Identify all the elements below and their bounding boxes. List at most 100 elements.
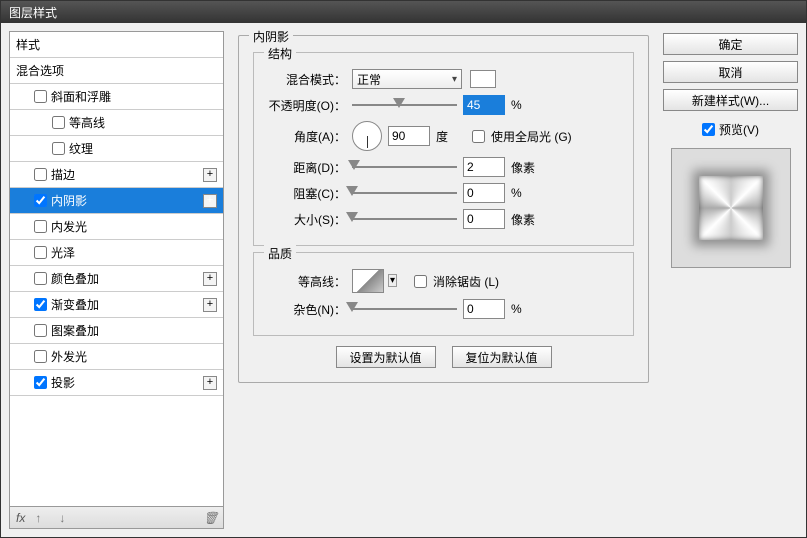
blend-mode-row: 混合模式： 正常 <box>266 69 621 89</box>
preview-label: 预览(V) <box>719 121 759 138</box>
gradient-overlay-checkbox[interactable] <box>34 298 47 311</box>
left-panel: 样式 混合选项 斜面和浮雕 等高线 纹理 描边+ 内阴影+ 内发光 光泽 颜色叠… <box>9 31 224 529</box>
drop-shadow-item[interactable]: 投影+ <box>10 370 223 396</box>
noise-label: 杂色(N)： <box>266 301 346 318</box>
inner-shadow-fieldset: 内阴影 结构 混合模式： 正常 不透明度(O)： % <box>238 35 649 383</box>
texture-sub-item[interactable]: 纹理 <box>10 136 223 162</box>
choke-unit: % <box>511 186 541 200</box>
right-panel: 确定 取消 新建样式(W)... 预览(V) <box>663 31 798 529</box>
distance-row: 距离(D)： 像素 <box>266 157 621 177</box>
satin-checkbox[interactable] <box>34 246 47 259</box>
opacity-slider[interactable] <box>352 98 457 112</box>
opacity-unit: % <box>511 98 541 112</box>
noise-row: 杂色(N)： % <box>266 299 621 319</box>
blend-mode-select[interactable]: 正常 <box>352 69 462 89</box>
center-panel: 内阴影 结构 混合模式： 正常 不透明度(O)： % <box>232 31 655 529</box>
global-light-checkbox[interactable] <box>472 130 485 143</box>
trash-icon[interactable]: 🗑 <box>203 511 217 525</box>
preview-box <box>671 148 791 268</box>
panel-title: 内阴影 <box>249 28 293 45</box>
distance-slider[interactable] <box>352 160 457 174</box>
contour-row: 等高线： 消除锯齿 (L) <box>266 269 621 293</box>
opacity-row: 不透明度(O)： % <box>266 95 621 115</box>
styles-list: 样式 混合选项 斜面和浮雕 等高线 纹理 描边+ 内阴影+ 内发光 光泽 颜色叠… <box>9 31 224 507</box>
angle-label: 角度(A)： <box>266 128 346 145</box>
drop-shadow-checkbox[interactable] <box>34 376 47 389</box>
reset-default-button[interactable]: 复位为默认值 <box>452 346 552 368</box>
contour-sub-item[interactable]: 等高线 <box>10 110 223 136</box>
noise-slider[interactable] <box>352 302 457 316</box>
structure-legend: 结构 <box>264 45 296 62</box>
arrow-down-icon[interactable]: ↓ <box>59 511 73 525</box>
angle-input[interactable] <box>388 126 430 146</box>
stroke-item[interactable]: 描边+ <box>10 162 223 188</box>
color-overlay-checkbox[interactable] <box>34 272 47 285</box>
antialias-label: 消除锯齿 (L) <box>433 273 499 290</box>
choke-label: 阻塞(C)： <box>266 185 346 202</box>
quality-fieldset: 品质 等高线： 消除锯齿 (L) 杂色(N)： % <box>253 252 634 336</box>
outer-glow-item[interactable]: 外发光 <box>10 344 223 370</box>
bevel-emboss-checkbox[interactable] <box>34 90 47 103</box>
inner-shadow-item[interactable]: 内阴影+ <box>10 188 223 214</box>
size-row: 大小(S)： 像素 <box>266 209 621 229</box>
shadow-color-swatch[interactable] <box>470 70 496 88</box>
set-default-button[interactable]: 设置为默认值 <box>336 346 436 368</box>
angle-unit: 度 <box>436 128 466 145</box>
contour-checkbox[interactable] <box>52 116 65 129</box>
stroke-checkbox[interactable] <box>34 168 47 181</box>
fx-label[interactable]: fx <box>16 511 25 525</box>
noise-input[interactable] <box>463 299 505 319</box>
texture-checkbox[interactable] <box>52 142 65 155</box>
cancel-button[interactable]: 取消 <box>663 61 798 83</box>
add-icon[interactable]: + <box>203 168 217 182</box>
size-input[interactable] <box>463 209 505 229</box>
inner-shadow-checkbox[interactable] <box>34 194 47 207</box>
antialias-checkbox[interactable] <box>414 275 427 288</box>
contour-label: 等高线： <box>266 273 346 290</box>
inner-glow-item[interactable]: 内发光 <box>10 214 223 240</box>
bevel-emboss-item[interactable]: 斜面和浮雕 <box>10 84 223 110</box>
list-footer: fx ↑ ↓ 🗑 <box>9 507 224 529</box>
satin-item[interactable]: 光泽 <box>10 240 223 266</box>
layer-style-dialog: 图层样式 样式 混合选项 斜面和浮雕 等高线 纹理 描边+ 内阴影+ 内发光 光… <box>0 0 807 538</box>
contour-picker[interactable] <box>352 269 384 293</box>
blend-mode-label: 混合模式： <box>266 71 346 88</box>
color-overlay-item[interactable]: 颜色叠加+ <box>10 266 223 292</box>
noise-unit: % <box>511 302 541 316</box>
blend-options-item[interactable]: 混合选项 <box>10 58 223 84</box>
outer-glow-checkbox[interactable] <box>34 350 47 363</box>
titlebar[interactable]: 图层样式 <box>1 1 806 23</box>
choke-row: 阻塞(C)： % <box>266 183 621 203</box>
window-title: 图层样式 <box>9 6 57 20</box>
angle-row: 角度(A)： 度 使用全局光 (G) <box>266 121 621 151</box>
new-style-button[interactable]: 新建样式(W)... <box>663 89 798 111</box>
add-icon[interactable]: + <box>203 194 217 208</box>
distance-input[interactable] <box>463 157 505 177</box>
distance-label: 距离(D)： <box>266 159 346 176</box>
choke-input[interactable] <box>463 183 505 203</box>
pattern-overlay-item[interactable]: 图案叠加 <box>10 318 223 344</box>
add-icon[interactable]: + <box>203 376 217 390</box>
distance-unit: 像素 <box>511 159 541 176</box>
opacity-input[interactable] <box>463 95 505 115</box>
dialog-content: 样式 混合选项 斜面和浮雕 等高线 纹理 描边+ 内阴影+ 内发光 光泽 颜色叠… <box>1 23 806 537</box>
opacity-label: 不透明度(O)： <box>266 97 346 114</box>
quality-legend: 品质 <box>264 245 296 262</box>
ok-button[interactable]: 确定 <box>663 33 798 55</box>
preview-thumbnail <box>699 176 763 240</box>
gradient-overlay-item[interactable]: 渐变叠加+ <box>10 292 223 318</box>
size-unit: 像素 <box>511 211 541 228</box>
inner-glow-checkbox[interactable] <box>34 220 47 233</box>
global-light-label: 使用全局光 (G) <box>491 128 572 145</box>
size-slider[interactable] <box>352 212 457 226</box>
add-icon[interactable]: + <box>203 272 217 286</box>
angle-dial[interactable] <box>352 121 382 151</box>
preview-toggle: 预览(V) <box>663 121 798 138</box>
arrow-up-icon[interactable]: ↑ <box>35 511 49 525</box>
styles-header[interactable]: 样式 <box>10 32 223 58</box>
add-icon[interactable]: + <box>203 298 217 312</box>
preview-checkbox[interactable] <box>702 123 715 136</box>
choke-slider[interactable] <box>352 186 457 200</box>
pattern-overlay-checkbox[interactable] <box>34 324 47 337</box>
structure-fieldset: 结构 混合模式： 正常 不透明度(O)： % 角度(A)： <box>253 52 634 246</box>
